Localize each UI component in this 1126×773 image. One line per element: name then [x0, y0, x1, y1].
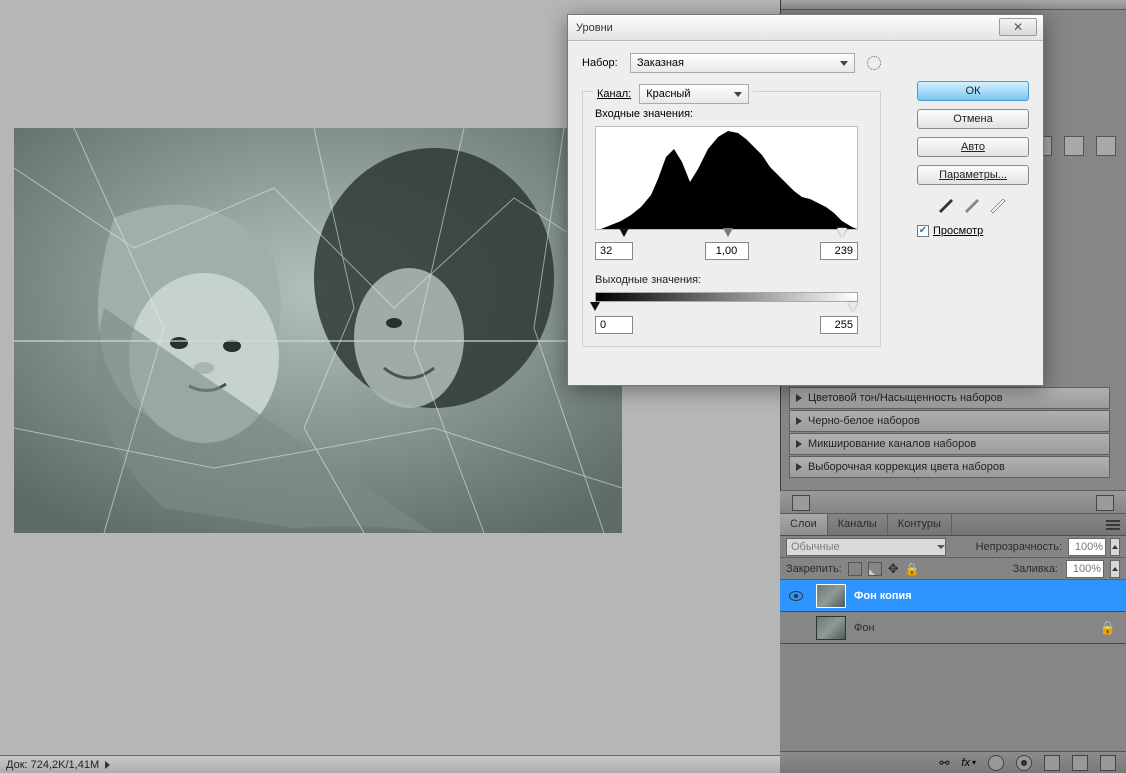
lock-icon: 🔒 — [1100, 620, 1116, 636]
layer-options-row: Обычные Непрозрачность: 100% — [780, 536, 1126, 558]
strip-icon-right[interactable] — [1096, 495, 1114, 511]
layer-item-copy[interactable]: Фон копия — [780, 580, 1126, 612]
opacity-label: Непрозрачность: — [976, 541, 1062, 553]
dialog-title-text: Уровни — [576, 22, 613, 34]
dialog-right-column: ОК Отмена Авто Параметры... ✔ Просмотр — [917, 81, 1029, 237]
layer-thumbnail-2[interactable] — [816, 616, 846, 640]
adjustment-layer-icon[interactable] — [1016, 755, 1032, 771]
levels-dialog: Уровни ✕ Набор: Заказная Канал: Красный … — [567, 14, 1044, 386]
panel-icon-5[interactable] — [1096, 136, 1116, 156]
preset-label: Набор: — [582, 57, 626, 69]
ok-button[interactable]: ОК — [917, 81, 1029, 101]
preset-hue-saturation[interactable]: Цветовой тон/Насыщенность наборов — [789, 387, 1110, 409]
layer-name-1: Фон копия — [854, 590, 912, 602]
output-white-handle[interactable] — [848, 302, 858, 311]
tab-layers[interactable]: Слои — [780, 514, 828, 535]
white-point-handle[interactable] — [837, 228, 847, 237]
auto-button[interactable]: Авто — [917, 137, 1029, 157]
opacity-flyout[interactable] — [1110, 538, 1120, 556]
gamma-handle[interactable] — [723, 228, 733, 237]
lock-pixels-icon[interactable] — [868, 562, 882, 576]
doc-size-readout: Док: 724,2K/1,41M — [6, 759, 99, 771]
output-black-field[interactable]: 0 — [595, 316, 633, 334]
preset-selective-color[interactable]: Выборочная коррекция цвета наборов — [789, 456, 1110, 478]
status-flyout-icon[interactable] — [105, 761, 110, 769]
mid-panel-strip — [780, 490, 1126, 514]
preset-black-white[interactable]: Черно-белое наборов — [789, 410, 1110, 432]
new-layer-icon[interactable] — [1072, 755, 1088, 771]
channel-label: Канал: — [597, 88, 631, 100]
tab-paths[interactable]: Контуры — [888, 514, 952, 535]
preset-menu-icon[interactable] — [867, 56, 881, 70]
image-canvas[interactable] — [14, 128, 622, 533]
output-black-handle[interactable] — [590, 302, 600, 311]
input-white-field[interactable]: 239 — [820, 242, 858, 260]
fill-field[interactable]: 100% — [1066, 560, 1104, 578]
preset-channel-mixer[interactable]: Микширование каналов наборов — [789, 433, 1110, 455]
lock-position-icon[interactable]: ✥ — [888, 561, 899, 577]
visibility-toggle-1[interactable] — [784, 584, 808, 608]
preview-checkbox-row[interactable]: ✔ Просмотр — [917, 225, 1029, 237]
close-button[interactable]: ✕ — [999, 18, 1037, 36]
lock-transparent-icon[interactable] — [848, 562, 862, 576]
eyedropper-black-icon[interactable] — [939, 199, 955, 215]
output-slider[interactable] — [595, 302, 858, 314]
panel-menu-icon[interactable] — [1106, 518, 1120, 532]
panel-icon-4[interactable] — [1064, 136, 1084, 156]
lock-all-icon[interactable]: 🔒 — [905, 562, 920, 576]
eye-icon — [789, 591, 803, 601]
input-slider[interactable] — [595, 228, 858, 240]
fill-flyout[interactable] — [1110, 560, 1120, 578]
fill-label: Заливка: — [1013, 563, 1058, 575]
input-black-field[interactable]: 32 — [595, 242, 633, 260]
preview-label: Просмотр — [933, 225, 983, 237]
options-button[interactable]: Параметры... — [917, 165, 1029, 185]
adjustment-preset-list: Цветовой тон/Насыщенность наборов Черно-… — [789, 387, 1110, 479]
input-levels-label: Входные значения: — [595, 108, 868, 120]
dialog-titlebar[interactable]: Уровни ✕ — [568, 15, 1043, 41]
output-white-field[interactable]: 255 — [820, 316, 858, 334]
eyedropper-gray-icon[interactable] — [965, 199, 981, 215]
output-gradient[interactable] — [595, 292, 858, 302]
mask-icon[interactable] — [988, 755, 1004, 771]
eyedropper-white-icon[interactable] — [991, 199, 1007, 215]
input-gamma-field[interactable]: 1,00 — [705, 242, 749, 260]
layer-item-background[interactable]: Фон 🔒 — [780, 612, 1126, 644]
preset-select[interactable]: Заказная — [630, 53, 855, 73]
opacity-field[interactable]: 100% — [1068, 538, 1106, 556]
blend-mode-select[interactable]: Обычные — [786, 538, 946, 556]
group-icon[interactable] — [1044, 755, 1060, 771]
preview-checkbox[interactable]: ✔ — [917, 225, 929, 237]
strip-icon-left[interactable] — [792, 495, 810, 511]
layer-thumbnail-1[interactable] — [816, 584, 846, 608]
channel-select[interactable]: Красный — [639, 84, 749, 104]
tab-channels[interactable]: Каналы — [828, 514, 888, 535]
layers-tabs: Слои Каналы Контуры — [780, 514, 1126, 536]
trash-icon[interactable] — [1100, 755, 1116, 771]
dock-top-strip — [781, 0, 1126, 10]
output-levels-label: Выходные значения: — [595, 274, 868, 286]
link-layers-icon[interactable]: ⚯ — [939, 756, 949, 770]
status-bar: Док: 724,2K/1,41M — [0, 755, 780, 773]
photo-illustration — [14, 128, 622, 533]
black-point-handle[interactable] — [619, 228, 629, 237]
visibility-toggle-2[interactable] — [784, 616, 808, 640]
cancel-button[interactable]: Отмена — [917, 109, 1029, 129]
layers-footer: ⚯ fx▾ — [780, 751, 1126, 773]
layer-name-2: Фон — [854, 622, 875, 634]
lock-label: Закрепить: — [786, 563, 842, 575]
histogram[interactable] — [595, 126, 858, 230]
fx-icon[interactable]: fx — [961, 757, 970, 769]
lock-row: Закрепить: ✥ 🔒 Заливка: 100% — [780, 558, 1126, 580]
channel-fieldset: Канал: Красный Входные значения: 32 1,00… — [582, 91, 881, 347]
layers-panel: Слои Каналы Контуры Обычные Непрозрачнос… — [780, 514, 1126, 773]
